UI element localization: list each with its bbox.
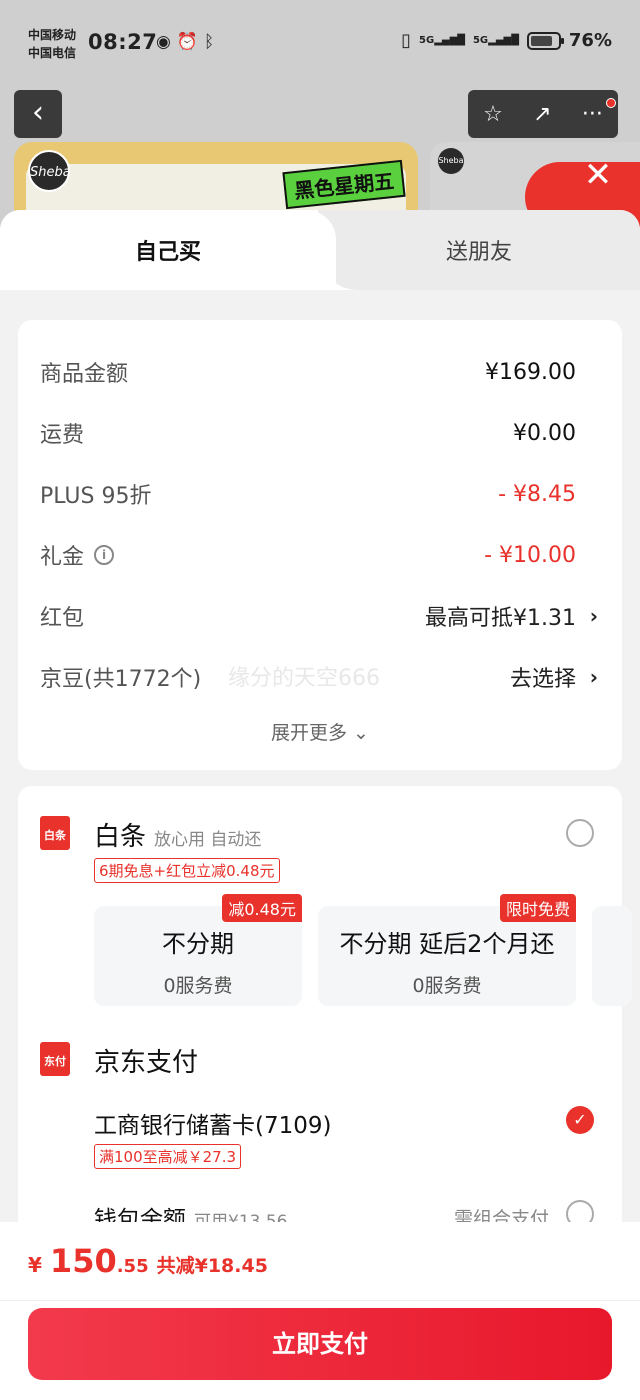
nav-actions: ☆ ↗ ··· <box>468 90 618 138</box>
carrier-labels: 中国移动 中国电信 <box>28 26 76 62</box>
battery-icon <box>526 31 564 50</box>
baitiao-subtitle: 放心用 自动还 <box>154 830 262 850</box>
row-plus-discount: PLUS 95折 - ¥8.45 <box>40 474 576 514</box>
row-gift-money: 礼金 i - ¥10.00 <box>40 535 576 575</box>
signal-2: 5G▂▄▆█ <box>472 34 519 46</box>
row-goods-amount: 商品金额 ¥169.00 <box>40 352 576 392</box>
alarm-icon: ⏰ <box>176 32 205 52</box>
status-time: 08:27 <box>88 30 158 54</box>
baitiao-icon: 白条 <box>40 816 70 850</box>
notification-dot <box>606 98 616 108</box>
plan-no-installment[interactable]: 减0.48元 不分期 0服务费 <box>94 894 302 1006</box>
amount-decimal: .55 <box>116 1256 149 1277</box>
star-icon[interactable]: ☆ <box>483 102 503 127</box>
share-icon[interactable]: ↗ <box>533 102 551 127</box>
currency-symbol: ¥ <box>28 1253 42 1277</box>
chevron-left-icon: ‹ <box>32 95 44 130</box>
row-value: 去选择 <box>509 667 576 692</box>
row-value: - ¥10.00 <box>484 542 576 568</box>
baitiao-promo-tag: 6期免息+红包立减0.48元 <box>94 858 280 883</box>
plan-title: 不分期 延后2个月还 <box>339 930 555 958</box>
back-button[interactable]: ‹ <box>14 90 62 138</box>
check-icon: ✓ <box>573 1110 587 1129</box>
amount-integer: 150 <box>49 1242 117 1280</box>
row-value: ¥0.00 <box>513 420 576 446</box>
battery-level: 76% <box>568 30 612 51</box>
brand-logo: Sheba <box>28 150 71 192</box>
watermark: 缘分的天空666 <box>228 666 380 691</box>
carrier-2: 中国电信 <box>28 46 77 60</box>
row-value: ¥169.00 <box>485 359 576 385</box>
checkout-bar: ¥ 150 .55 共减¥18.45 立即支付 <box>0 1222 640 1400</box>
row-label: 红包 <box>40 606 85 631</box>
tab-bar: 送朋友 自己买 <box>0 210 640 290</box>
expand-more-button[interactable]: 展开更多 ⌄ <box>18 718 622 745</box>
row-shipping: 运费 ¥0.00 <box>40 413 576 453</box>
row-label: 京豆(共1772个) <box>40 667 202 692</box>
order-summary: 商品金额 ¥169.00 运费 ¥0.00 PLUS 95折 - ¥8.45 礼… <box>18 320 622 770</box>
carrier-1: 中国移动 <box>28 28 77 42</box>
jdpay-icon: 东付 <box>40 1042 70 1076</box>
row-value: - ¥8.45 <box>498 481 576 507</box>
status-icons-right: ▯ 5G▂▄▆█ 5G▂▄▆█ 76% <box>401 30 612 51</box>
plan-title: 不分期 <box>162 930 234 958</box>
row-value: 最高可抵¥1.31 <box>425 606 576 631</box>
more-icon[interactable]: ··· <box>582 102 603 127</box>
row-label: 运费 <box>40 423 85 448</box>
bank-card-radio[interactable]: ✓ <box>566 1106 594 1134</box>
divider <box>0 1300 640 1301</box>
plan-badge: 减0.48元 <box>222 894 302 922</box>
row-label: PLUS 95折 <box>40 484 152 509</box>
row-red-packet[interactable]: 红包 最高可抵¥1.31 › <box>40 596 598 636</box>
tab-self[interactable]: 自己买 <box>0 210 336 290</box>
bank-card-name[interactable]: 工商银行储蓄卡(7109) <box>94 1106 331 1140</box>
brand-logo-small: Sheba <box>438 148 464 174</box>
row-label: 礼金 i <box>40 539 115 571</box>
vibrate-icon: ▯ <box>401 30 412 51</box>
signal-1: 5G▂▄▆█ <box>419 34 465 46</box>
plan-fee: 0服务费 <box>163 975 233 997</box>
baitiao-title: 白条 放心用 自动还 <box>94 822 262 852</box>
bluetooth-icon: ᛒ <box>204 32 221 52</box>
bank-card-tag: 满100至高减￥27.3 <box>94 1144 242 1169</box>
info-icon[interactable]: i <box>94 545 115 565</box>
plan-deferred[interactable]: 限时免费 不分期 延后2个月还 0服务费 <box>318 894 576 1006</box>
chevron-right-icon: › <box>589 665 598 689</box>
tab-gift[interactable]: 送朋友 <box>318 210 640 290</box>
close-icon: ✕ <box>583 155 613 195</box>
close-sheet-button[interactable]: ✕ <box>574 152 622 200</box>
status-icons-left: ◉⏰ᛒ <box>156 32 220 52</box>
status-bar: 中国移动 中国电信 08:27 ◉⏰ᛒ ▯ 5G▂▄▆█ 5G▂▄▆█ 76% <box>0 0 640 86</box>
chevron-right-icon: › <box>589 604 598 628</box>
plan-more[interactable] <box>592 906 632 1006</box>
total-amount: ¥ 150 .55 共减¥18.45 <box>28 1242 268 1280</box>
jdpay-title: 京东支付 <box>94 1048 199 1078</box>
savings-total: 共减¥18.45 <box>156 1255 268 1277</box>
row-label: 商品金额 <box>40 362 129 387</box>
plan-fee: 0服务费 <box>412 975 482 997</box>
baitiao-radio[interactable] <box>566 819 594 847</box>
plan-badge: 限时免费 <box>499 894 576 922</box>
pay-now-button[interactable]: 立即支付 <box>28 1308 612 1380</box>
eye-icon: ◉ <box>156 32 177 52</box>
